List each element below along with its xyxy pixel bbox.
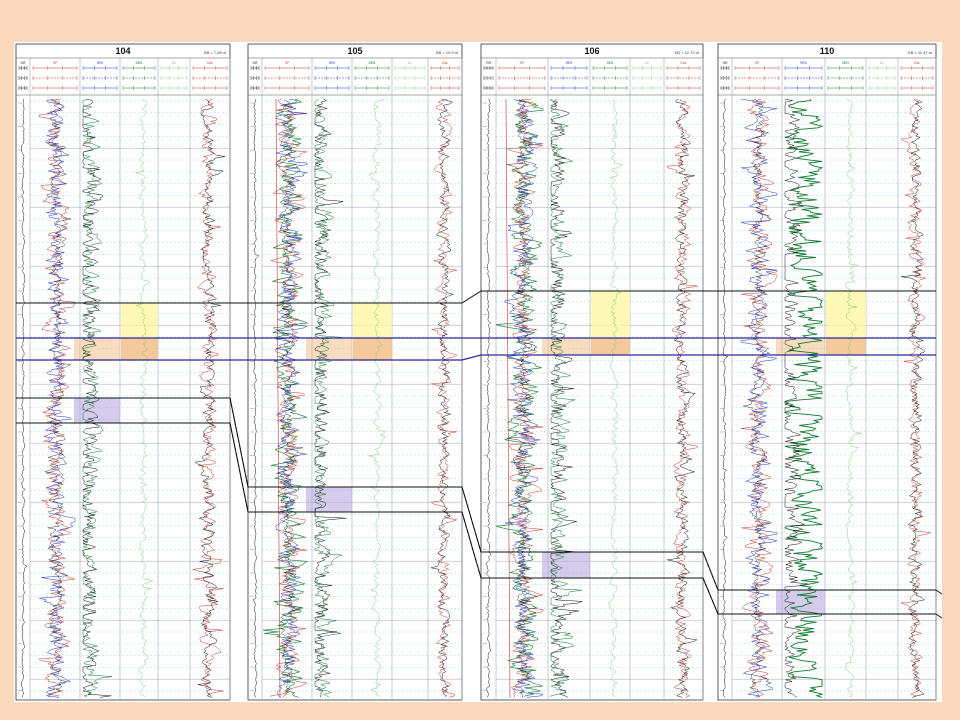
track-name: SP	[285, 61, 289, 65]
well-name: 106	[584, 46, 599, 56]
track-name: AC	[880, 61, 885, 65]
well-kb-elevation: KB = 7.08 m	[204, 50, 227, 55]
track-name: RES	[329, 61, 336, 65]
well-106: 106 KB = 12.73 m GR SP RES DEN AC CAL	[480, 43, 704, 701]
track-name: CAL	[914, 61, 920, 65]
zone-purple	[776, 590, 825, 614]
track-name: AC	[408, 61, 413, 65]
zone-purple	[74, 398, 120, 423]
well-frame	[480, 43, 704, 701]
zone-yellow	[121, 303, 158, 338]
track-name: DEN	[369, 61, 376, 65]
zone-yellow	[591, 291, 630, 338]
track-name: CAL	[680, 61, 686, 65]
track-name: RES	[566, 61, 573, 65]
well-correlation-panel: 104 KB = 7.08 m GR SP RES DEN AC CAL 105 KB = 10.…	[0, 0, 960, 720]
well-kb-elevation: KB = 11.47 m	[908, 50, 933, 55]
zone-orange-res	[776, 338, 825, 355]
track-name: AC	[645, 61, 650, 65]
zone-yellow	[826, 291, 866, 338]
zone-yellow	[353, 303, 392, 338]
track-name: SP	[755, 61, 759, 65]
track-name: RES	[800, 61, 807, 65]
zone-orange	[826, 338, 866, 355]
track-name: SP	[520, 61, 524, 65]
track-name: GR	[486, 61, 491, 65]
track-name: DEN	[842, 61, 849, 65]
track-name: CAL	[207, 61, 213, 65]
track-name: GR	[21, 61, 26, 65]
zone-orange-res	[74, 338, 120, 360]
track-name: DEN	[607, 61, 614, 65]
zone-purple	[542, 552, 590, 578]
well-kb-elevation: KB = 12.73 m	[675, 50, 700, 55]
zone-orange-res	[542, 338, 590, 355]
zone-orange	[353, 338, 392, 360]
track-name: GR	[723, 61, 728, 65]
track-name: AC	[172, 61, 177, 65]
track-name: DEN	[136, 61, 143, 65]
track-name: SP	[53, 61, 57, 65]
zone-purple	[306, 487, 352, 512]
track-name: CAL	[442, 61, 448, 65]
well-name: 104	[115, 46, 130, 56]
correlation-svg: 104 KB = 7.08 m GR SP RES DEN AC CAL 105 KB = 10.…	[14, 42, 943, 702]
well-name: 110	[820, 46, 835, 56]
well-frame	[717, 43, 937, 701]
track-name: RES	[97, 61, 104, 65]
zone-orange	[591, 338, 630, 355]
well-110: 110 KB = 11.47 m GR SP RES DEN AC CAL	[717, 43, 937, 701]
well-kb-elevation: KB = 10.9 m	[436, 50, 459, 55]
zone-orange	[121, 338, 158, 360]
well-name: 105	[347, 46, 362, 56]
track-name: GR	[253, 61, 258, 65]
